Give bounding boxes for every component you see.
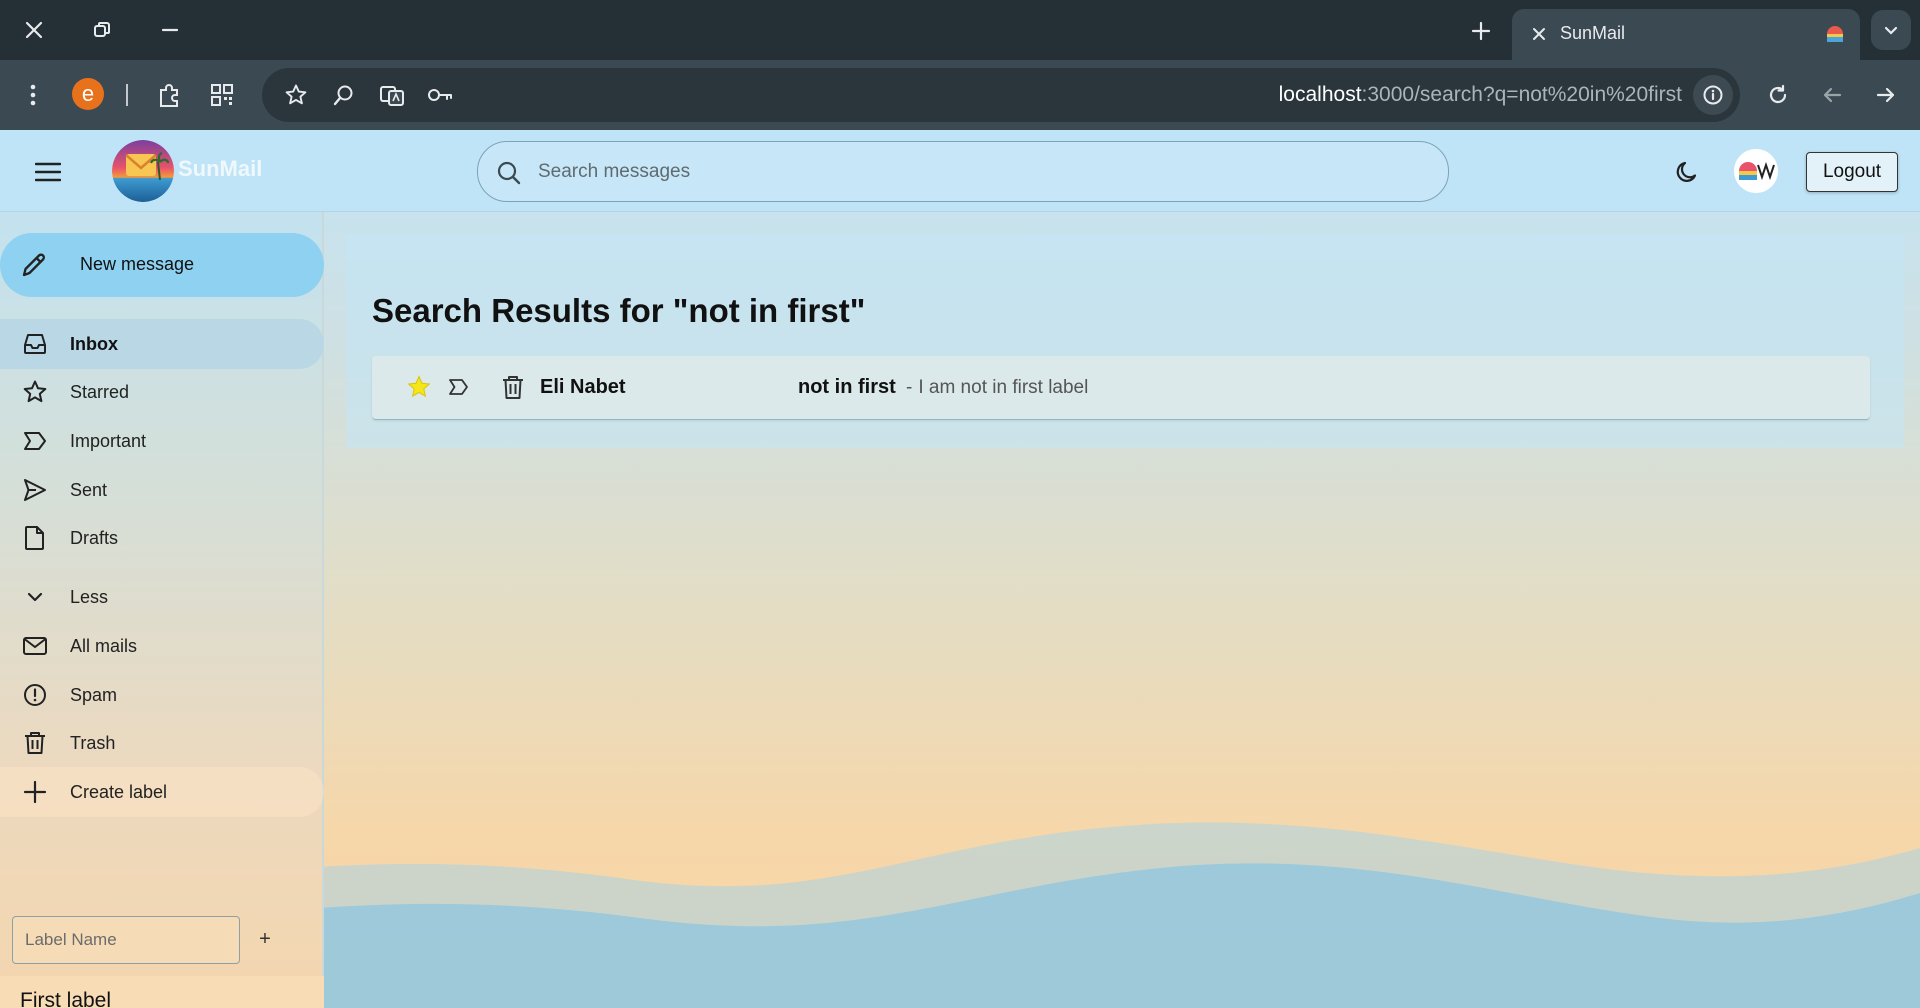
sidebar-item-label: Create label: [70, 782, 168, 802]
logout-button[interactable]: Logout: [1806, 152, 1898, 192]
add-label-button[interactable]: +: [252, 924, 278, 954]
sidebar-item-label: All mails: [70, 636, 138, 656]
mail-icon: [22, 633, 48, 659]
pencil-icon: [18, 249, 50, 281]
sidebar-item-label: Sent: [70, 480, 108, 500]
new-message-button[interactable]: New message: [0, 233, 324, 297]
label-name-input[interactable]: [12, 916, 240, 964]
sidebar-item-create-label[interactable]: Create label: [0, 767, 324, 817]
sidebar-item-inbox[interactable]: Inbox: [0, 319, 324, 369]
search-bar[interactable]: [477, 141, 1449, 202]
search-icon: [496, 160, 522, 186]
extension-e-icon[interactable]: e: [72, 78, 104, 110]
sidebar-item-label: Important: [70, 431, 147, 451]
important-icon: [22, 428, 48, 454]
sidebar-item-important[interactable]: Important: [0, 416, 324, 466]
hamburger-menu-icon[interactable]: [26, 150, 70, 194]
url-host: localhost: [1278, 83, 1362, 106]
reload-icon[interactable]: [1758, 75, 1798, 115]
logo-text: SunMail: [178, 156, 263, 181]
zoom-icon[interactable]: [324, 75, 364, 115]
new-tab-icon[interactable]: [1460, 10, 1502, 52]
sidebar-item-label: Spam: [70, 685, 118, 705]
email-snippet-wrapper: -I am not in first label: [906, 377, 1088, 399]
chevron-down-icon: [22, 584, 48, 610]
search-results-panel: Search Results for "not in first" Eli Na…: [346, 234, 1904, 448]
inbox-icon: [22, 331, 48, 357]
plus-icon: [22, 779, 48, 805]
browser-tab-strip: SunMail: [0, 0, 1920, 60]
sidebar-item-label: Trash: [70, 733, 116, 753]
sidebar-item-starred[interactable]: Starred: [0, 367, 324, 417]
site-info-icon[interactable]: [1693, 75, 1733, 115]
translate-icon[interactable]: [372, 75, 412, 115]
sunmail-app: SunMail Logout New message Inbox: [0, 130, 1920, 1008]
send-icon: [22, 477, 48, 503]
draft-icon: [22, 525, 48, 551]
app-header: SunMail Logout: [0, 130, 1920, 212]
email-snippet: I am not in first label: [918, 377, 1089, 398]
sidebar-custom-label[interactable]: First label: [0, 976, 324, 1008]
sidebar-item-label: Starred: [70, 382, 130, 402]
sidebar-item-label: Drafts: [70, 528, 119, 548]
star-icon: [22, 379, 48, 405]
minimize-window-icon[interactable]: [148, 8, 192, 52]
sidebar: New message Inbox Starred Important Sent: [0, 212, 324, 1008]
back-arrow-icon[interactable]: [1812, 75, 1852, 115]
delete-trash-icon[interactable]: [500, 373, 526, 401]
close-window-icon[interactable]: [12, 8, 56, 52]
url-path: :3000/search?q=not%20in%20first: [1361, 83, 1682, 106]
sidebar-item-less[interactable]: Less: [0, 572, 324, 622]
dark-mode-moon-icon[interactable]: [1670, 154, 1706, 190]
sidebar-item-sent[interactable]: Sent: [0, 465, 324, 515]
spam-icon: [22, 682, 48, 708]
browser-tab-sunmail[interactable]: SunMail: [1512, 9, 1860, 60]
bookmark-star-icon[interactable]: [276, 75, 316, 115]
sidebar-item-drafts[interactable]: Drafts: [0, 513, 324, 563]
password-key-icon[interactable]: [420, 75, 460, 115]
qr-code-icon[interactable]: [202, 75, 242, 115]
sidebar-item-label: Inbox: [70, 334, 118, 354]
extensions-icon[interactable]: [150, 75, 190, 115]
sunmail-logo-icon[interactable]: [112, 140, 174, 202]
tab-search-chevron-icon[interactable]: [1871, 10, 1911, 50]
new-message-label: New message: [80, 254, 195, 274]
sidebar-item-label: Less: [70, 587, 109, 607]
tab-title: SunMail: [1560, 23, 1626, 43]
restore-window-icon[interactable]: [80, 8, 124, 52]
email-subject: not in first: [798, 376, 896, 398]
sidebar-item-spam[interactable]: Spam: [0, 670, 324, 720]
tab-close-icon[interactable]: [1528, 23, 1550, 45]
custom-label-name: First label: [20, 989, 112, 1008]
email-sender: Eli Nabet: [540, 376, 626, 398]
tab-favicon: [1824, 23, 1846, 45]
important-marker-icon[interactable]: [446, 374, 472, 400]
toolbar-separator: [126, 84, 128, 106]
forward-arrow-icon[interactable]: [1866, 75, 1906, 115]
url-text[interactable]: localhost:3000/search?q=not%20in%20first: [1279, 83, 1682, 107]
search-results-heading: Search Results for "not in first": [372, 292, 866, 329]
browser-menu-icon[interactable]: [13, 75, 53, 115]
sidebar-item-all-mails[interactable]: All mails: [0, 621, 324, 671]
snippet-dash: -: [906, 377, 913, 398]
user-avatar[interactable]: [1734, 149, 1778, 193]
starred-star-icon[interactable]: [406, 374, 432, 400]
email-row[interactable]: Eli Nabet not in first -I am not in firs…: [372, 356, 1870, 420]
sidebar-item-trash[interactable]: Trash: [0, 718, 324, 768]
trash-icon: [22, 730, 48, 756]
search-input[interactable]: [538, 154, 1418, 190]
